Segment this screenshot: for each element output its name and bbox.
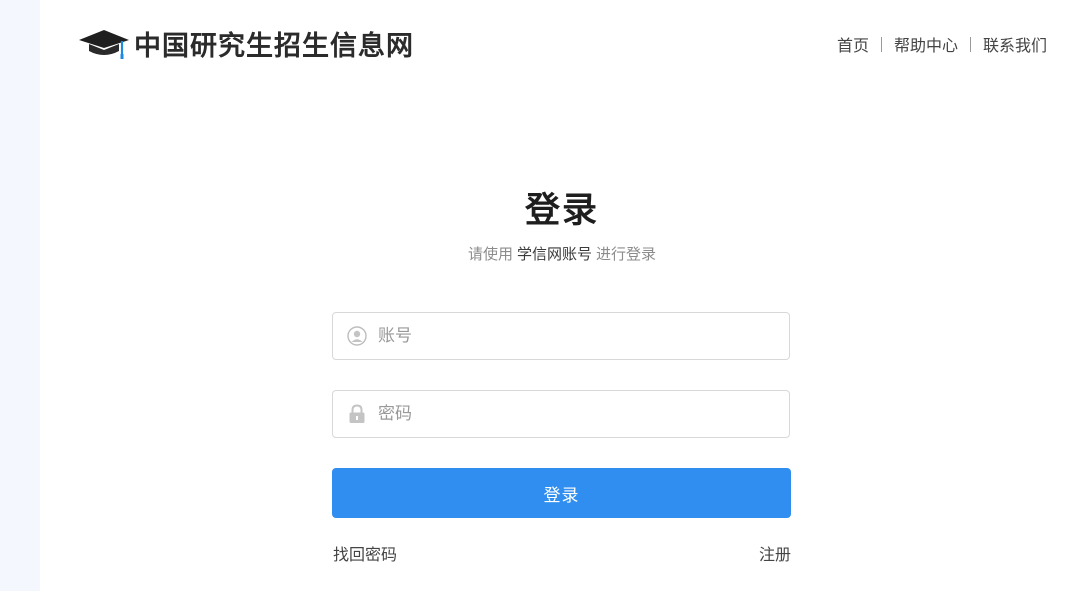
- subtitle-prefix: 请使用: [467, 245, 513, 263]
- login-page: 中国研究生招生信息网 首页 帮助中心 联系我们 登录 请使用 学信网账号 进行登录: [0, 0, 1080, 591]
- account-field: [332, 312, 790, 360]
- lock-icon: [346, 403, 368, 425]
- nav-separator: [969, 36, 971, 52]
- user-icon: [346, 325, 368, 347]
- subtitle-account-type: 学信网账号: [516, 245, 592, 263]
- nav-separator: [880, 36, 882, 52]
- password-field: [332, 390, 790, 438]
- account-input[interactable]: [376, 312, 789, 360]
- nav-help-link[interactable]: 帮助中心: [894, 32, 958, 56]
- forgot-password-link[interactable]: 找回密码: [333, 541, 397, 565]
- graduation-cap-icon: [79, 30, 129, 59]
- top-nav: 首页 帮助中心 联系我们: [837, 32, 1047, 56]
- side-strip: [0, 0, 40, 591]
- login-button[interactable]: 登录: [332, 468, 791, 518]
- site-logo[interactable]: 中国研究生招生信息网: [78, 26, 414, 62]
- nav-contact-link[interactable]: 联系我们: [983, 32, 1047, 56]
- nav-home-link[interactable]: 首页: [837, 32, 869, 56]
- subtitle-suffix: 进行登录: [596, 245, 657, 263]
- site-name: 中国研究生招生信息网: [134, 30, 414, 62]
- password-input[interactable]: [376, 390, 789, 438]
- login-subtitle: 请使用 学信网账号 进行登录: [0, 243, 1080, 264]
- register-link[interactable]: 注册: [759, 541, 791, 565]
- login-title: 登录: [524, 191, 599, 231]
